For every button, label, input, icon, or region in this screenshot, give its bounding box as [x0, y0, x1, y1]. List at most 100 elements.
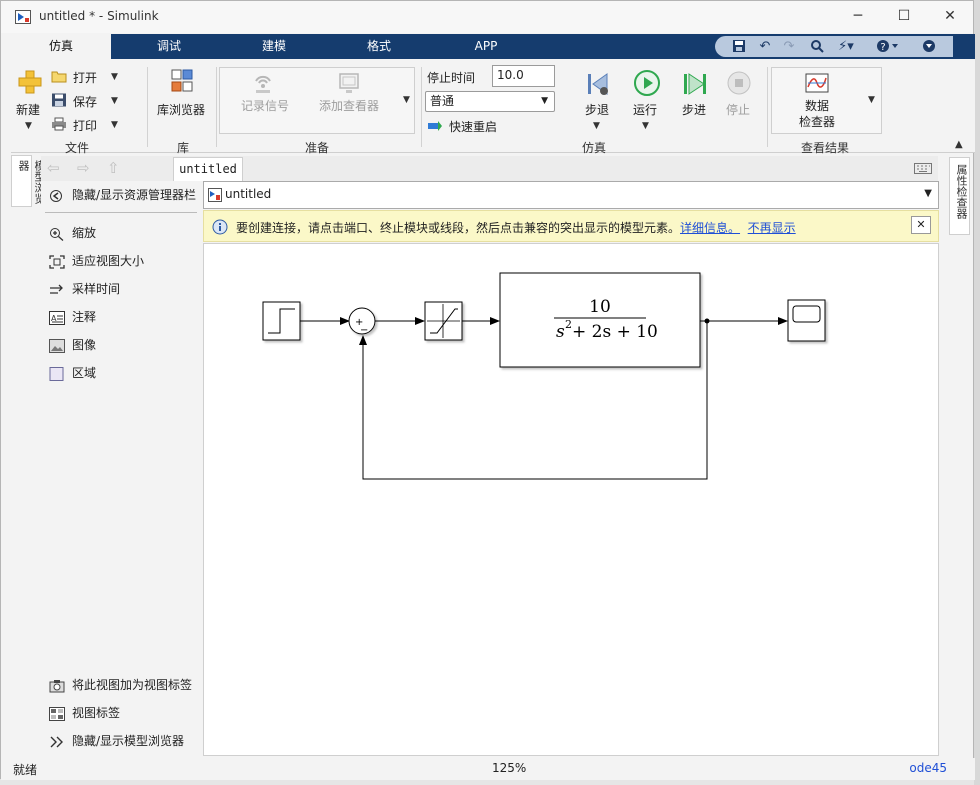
solver-link[interactable]: ode45: [909, 761, 947, 775]
chevron-down-icon: ▼: [541, 96, 548, 106]
stop-time-input[interactable]: 10.0: [492, 65, 555, 87]
sum-block[interactable]: + −: [348, 307, 376, 336]
tab-simulation[interactable]: 仿真: [11, 34, 111, 59]
scope-block[interactable]: [787, 299, 826, 342]
keyboard-icon[interactable]: [914, 163, 932, 174]
library-browser-icon[interactable]: [171, 69, 193, 93]
new-model-icon[interactable]: [17, 69, 43, 95]
image-button[interactable]: 图像: [49, 335, 96, 355]
step-forward-button[interactable]: 步进: [682, 101, 706, 118]
stop-button[interactable]: 停止: [726, 101, 750, 118]
print-button[interactable]: 打印: [73, 117, 97, 134]
add-viewer-button[interactable]: 添加查看器: [319, 97, 379, 114]
maximize-button[interactable]: ☐: [889, 5, 919, 27]
forward-arrow-icon[interactable]: ⇨: [77, 159, 90, 177]
property-inspector-strip[interactable]: 属性检查器: [949, 157, 970, 235]
close-button[interactable]: ✕: [935, 5, 965, 27]
step-back-button[interactable]: 步退: [585, 101, 609, 118]
open-button[interactable]: 打开: [73, 69, 97, 86]
simulink-app-icon: [15, 10, 31, 24]
transfer-function-block[interactable]: 10 s 2 + 2s + 10: [499, 272, 701, 368]
tab-debug[interactable]: 调试: [137, 34, 201, 59]
toggle-explorer-bar[interactable]: 隐藏/显示资源管理器栏: [49, 185, 196, 205]
tf-denominator-rest: + 2s + 10: [572, 322, 658, 342]
model-breadcrumb-tab[interactable]: untitled: [173, 157, 243, 181]
fit-to-view-label: 适应视图大小: [72, 254, 145, 268]
step-block[interactable]: [262, 301, 301, 341]
data-inspector-icon[interactable]: [805, 73, 829, 95]
help-icon[interactable]: ?: [873, 36, 903, 57]
shortcut-icon[interactable]: ⚡▾: [831, 36, 861, 57]
library-browser-button[interactable]: 库浏览器: [157, 101, 205, 118]
data-inspector-line1[interactable]: 数据: [805, 97, 829, 114]
ribbon-collapse-icon[interactable]: ▲: [955, 139, 963, 150]
saturation-block[interactable]: [424, 301, 463, 341]
new-model-button[interactable]: 新建: [16, 101, 40, 118]
toggle-explorer-label: 隐藏/显示资源管理器栏: [72, 188, 197, 202]
open-dropdown-icon[interactable]: ▼: [111, 72, 118, 82]
run-dropdown-icon[interactable]: ▼: [642, 121, 649, 131]
zoom-label: 缩放: [72, 226, 97, 240]
chevron-down-icon[interactable]: ▼: [924, 188, 932, 199]
info-message-text: 要创建连接，请点击端口、终止模块或线段，然后点击兼容的突出显示的模型元素。: [236, 221, 681, 235]
status-text: 就绪: [13, 763, 38, 777]
prepare-expand-icon[interactable]: ▼: [403, 95, 410, 105]
save-button[interactable]: 保存: [73, 93, 97, 110]
do-not-show-link[interactable]: 不再显示: [748, 221, 796, 235]
ribbon-separator: [147, 67, 148, 147]
minimize-button[interactable]: ─: [843, 5, 873, 27]
step-back-dropdown-icon[interactable]: ▼: [593, 121, 600, 131]
status-bar: 就绪 125% ode45: [1, 758, 975, 780]
info-bar: 要创建连接，请点击端口、终止模块或线段，然后点击兼容的突出显示的模型元素。详细信…: [203, 210, 939, 242]
run-button[interactable]: 运行: [633, 101, 657, 118]
results-expand-icon[interactable]: ▼: [868, 95, 875, 105]
simulation-mode-select[interactable]: 普通 ▼: [425, 91, 555, 112]
info-message: 要创建连接，请点击端口、终止模块或线段，然后点击兼容的突出显示的模型元素。详细信…: [236, 219, 796, 236]
tab-apps[interactable]: APP: [454, 34, 518, 59]
fit-to-view-icon: [49, 254, 65, 269]
area-icon: [49, 366, 65, 381]
print-dropdown-icon[interactable]: ▼: [111, 120, 118, 130]
annotation-button[interactable]: A 注释: [49, 307, 96, 327]
zoom-level[interactable]: 125%: [492, 761, 526, 775]
log-signals-icon[interactable]: [251, 71, 275, 95]
tab-modeling[interactable]: 建模: [242, 34, 306, 59]
search-icon[interactable]: [807, 36, 827, 57]
model-browser-strip[interactable]: 模型浏览器: [11, 155, 46, 207]
collapse-icon[interactable]: [919, 36, 939, 57]
tab-format[interactable]: 格式: [347, 34, 411, 59]
sample-time-button[interactable]: 采样时间: [49, 279, 120, 299]
run-icon[interactable]: [633, 69, 661, 97]
save-model-icon: [52, 93, 66, 107]
annotation-icon: A: [49, 310, 65, 325]
model-canvas[interactable]: + − 10 s 2 + 2s + 10: [203, 243, 939, 756]
save-dropdown-icon[interactable]: ▼: [111, 96, 118, 106]
add-view-mark-button[interactable]: 将此视图加为视图标签: [49, 675, 192, 695]
toggle-model-browser[interactable]: 隐藏/显示模型浏览器: [49, 731, 184, 751]
panel-divider: [45, 212, 197, 213]
tf-denominator-s: s: [556, 322, 565, 342]
view-marks-button[interactable]: 视图标签: [49, 703, 120, 723]
property-inspector-label: 属性检查器: [955, 164, 968, 219]
undo-icon[interactable]: ↶: [755, 36, 775, 57]
stop-icon[interactable]: [727, 71, 751, 95]
new-model-dropdown-icon[interactable]: ▼: [25, 121, 32, 131]
step-back-icon[interactable]: [585, 71, 611, 97]
close-info-button[interactable]: ✕: [911, 216, 931, 234]
fast-restart-button[interactable]: 快速重启: [449, 118, 497, 135]
step-forward-icon[interactable]: [682, 71, 708, 97]
group-label-prepare: 准备: [305, 141, 330, 155]
save-icon[interactable]: [729, 36, 749, 57]
up-arrow-icon[interactable]: ⇧: [107, 159, 120, 177]
back-arrow-icon[interactable]: ⇦: [47, 159, 60, 177]
more-info-link[interactable]: 详细信息。: [680, 221, 740, 235]
area-button[interactable]: 区域: [49, 363, 96, 383]
log-signals-button[interactable]: 记录信号: [241, 97, 289, 114]
redo-icon[interactable]: ↷: [779, 36, 799, 57]
model-address-bar[interactable]: untitled ▼: [203, 181, 939, 209]
zoom-button[interactable]: 缩放: [49, 223, 96, 243]
fit-to-view-button[interactable]: 适应视图大小: [49, 251, 144, 271]
add-viewer-icon[interactable]: [337, 71, 361, 95]
data-inspector-line2[interactable]: 检查器: [799, 113, 835, 130]
model-path: untitled: [225, 187, 272, 201]
